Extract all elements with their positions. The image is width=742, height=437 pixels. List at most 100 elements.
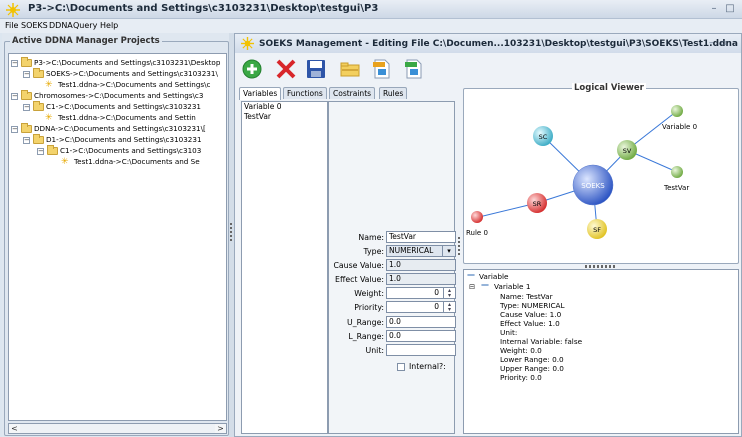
- tab-functions[interactable]: Functions: [283, 87, 327, 99]
- folder-icon: [21, 57, 32, 67]
- menu-soeks[interactable]: SOEKS: [21, 21, 48, 30]
- folder-icon: [21, 123, 32, 133]
- ddna-file-icon: ✳: [45, 112, 53, 123]
- svg-text:SC: SC: [539, 133, 548, 141]
- import-file-icon[interactable]: [371, 58, 393, 80]
- internal-checkbox[interactable]: [397, 363, 405, 371]
- menu-file[interactable]: File: [5, 21, 18, 30]
- minimize-button[interactable]: –: [708, 3, 720, 15]
- tree-node-test1-ddna[interactable]: ✳ Test1.ddna->C:\Documents and Se: [61, 156, 200, 167]
- tree-node-p3[interactable]: − P3->C:\Documents and Settings\c3103231\…: [11, 57, 220, 68]
- delete-icon[interactable]: [275, 58, 297, 80]
- tree-horizontal-scrollbar[interactable]: < >: [8, 423, 227, 434]
- logical-graph[interactable]: SOEKS SC SV SR SF Variable 0 TestVar Rul…: [464, 89, 738, 263]
- node-sr[interactable]: SR: [527, 193, 547, 213]
- collapse-toggle-icon[interactable]: −: [11, 125, 18, 133]
- tab-rules[interactable]: Rules: [379, 87, 408, 99]
- tree-node-soeks[interactable]: − SOEKS->C:\Documents and Settings\c31032…: [23, 68, 218, 79]
- app-logo-icon: [241, 37, 254, 50]
- tree-node-test1-chromosome[interactable]: ✳ Test1.ddna->C:\Documents and Settin: [45, 112, 196, 123]
- editor-vertical-splitter[interactable]: [457, 87, 462, 437]
- folder-icon: [21, 90, 32, 100]
- tree-node-chromosomes[interactable]: − Chromosomes->C:\Documents and Settings\…: [11, 90, 203, 101]
- save-icon[interactable]: [305, 58, 327, 80]
- ddna-file-icon: ✳: [61, 156, 69, 167]
- property-type: Type: NUMERICAL: [500, 301, 565, 310]
- add-icon[interactable]: [241, 58, 263, 80]
- node-sf[interactable]: SF: [587, 219, 607, 239]
- priority-stepper[interactable]: 0 ▴ ▾: [386, 301, 456, 313]
- property-priority: Priority: 0.0: [500, 373, 542, 382]
- cause-value-label: Cause Value:: [333, 261, 384, 270]
- collapse-toggle-icon[interactable]: ⊟: [469, 282, 475, 291]
- priority-label: Priority:: [354, 303, 384, 312]
- ddna-file-icon: ✳: [45, 79, 53, 90]
- chevron-down-icon[interactable]: ▾: [442, 246, 455, 256]
- folder-icon: [33, 101, 44, 111]
- collapse-toggle-icon[interactable]: −: [37, 147, 44, 155]
- project-tree[interactable]: − P3->C:\Documents and Settings\c3103231\…: [8, 53, 227, 421]
- viewer-splitter-grip-icon[interactable]: [585, 265, 615, 268]
- weight-stepper[interactable]: 0 ▴ ▾: [386, 287, 456, 299]
- internal-label: Internal?:: [409, 362, 446, 371]
- collapse-toggle-icon[interactable]: −: [11, 59, 18, 67]
- menu-ddna[interactable]: DDNA: [49, 21, 73, 30]
- collapse-toggle-icon[interactable]: −: [23, 136, 30, 144]
- variable-editor-form: Name: TestVar Type: NUMERICAL ▾ Cause Va…: [328, 101, 456, 434]
- property-internal-variable: Internal Variable: false: [500, 337, 583, 346]
- property-tree[interactable]: — Variable ⊟ — Variable 1 Name: TestVar …: [463, 269, 739, 434]
- tree-node-ddna[interactable]: − DDNA->C:\Documents and Settings\c310323…: [11, 123, 206, 134]
- tree-node-c1[interactable]: − C1->C:\Documents and Settings\c3103231: [23, 101, 201, 112]
- editor-restore-button[interactable]: ▫: [721, 38, 726, 47]
- spinner-arrows-icon[interactable]: ▴ ▾: [443, 288, 455, 299]
- collapse-toggle-icon[interactable]: −: [23, 103, 30, 111]
- u-range-field[interactable]: 0.0: [386, 316, 456, 328]
- projects-panel-title: Active DDNA Manager Projects: [10, 36, 162, 46]
- unit-label: Unit:: [365, 346, 385, 355]
- svg-text:TestVar: TestVar: [663, 184, 689, 192]
- svg-text:Rule 0: Rule 0: [466, 229, 488, 237]
- property-unit: Unit:: [500, 328, 518, 337]
- menu-bar: File SOEKS DDNA Query Help: [0, 19, 742, 33]
- effect-value-field: 1.0: [386, 273, 456, 285]
- type-select[interactable]: NUMERICAL ▾: [386, 245, 456, 257]
- menu-help[interactable]: Help: [100, 21, 118, 30]
- collapse-toggle-icon[interactable]: −: [23, 70, 30, 78]
- tree-branch-icon: —: [467, 270, 475, 279]
- scroll-left-arrow-icon[interactable]: <: [9, 424, 20, 433]
- list-item[interactable]: TestVar: [242, 112, 327, 122]
- node-sc[interactable]: SC: [533, 126, 553, 146]
- name-field[interactable]: TestVar: [386, 231, 456, 243]
- tab-variables[interactable]: Variables: [239, 87, 282, 100]
- xml-file-icon[interactable]: [403, 58, 425, 80]
- splitter-grip-icon[interactable]: [458, 237, 460, 257]
- node-testvar[interactable]: TestVar: [663, 166, 689, 192]
- tab-costraints[interactable]: Costraints: [329, 87, 376, 99]
- menu-query[interactable]: Query: [73, 21, 97, 30]
- spinner-arrows-icon[interactable]: ▴ ▾: [443, 302, 455, 313]
- unit-field[interactable]: [386, 344, 456, 356]
- maximize-button[interactable]: □: [724, 3, 736, 15]
- u-range-label: U_Range:: [347, 318, 384, 327]
- open-folder-icon[interactable]: [339, 58, 361, 80]
- splitter-grip-icon[interactable]: [230, 223, 232, 243]
- collapse-toggle-icon[interactable]: −: [11, 92, 18, 100]
- node-rule-0[interactable]: Rule 0: [466, 211, 488, 237]
- tree-node-test1-soeks[interactable]: ✳ Test1.ddna->C:\Documents and Settings\c: [45, 79, 211, 90]
- svg-text:Variable 0: Variable 0: [662, 123, 697, 131]
- tree-child-label[interactable]: Variable 1: [494, 282, 531, 291]
- tree-node-c1-ddna[interactable]: − C1->C:\Documents and Settings\c3103: [37, 145, 201, 156]
- editor-minimize-button[interactable]: –: [709, 38, 714, 48]
- node-sv[interactable]: SV: [617, 140, 637, 160]
- app-logo-icon: [6, 3, 20, 17]
- scroll-right-arrow-icon[interactable]: >: [215, 424, 226, 433]
- tree-branch-icon: —: [481, 280, 489, 289]
- property-weight: Weight: 0.0: [500, 346, 542, 355]
- l-range-field[interactable]: 0.0: [386, 330, 456, 342]
- variables-list[interactable]: Variable 0 TestVar: [241, 101, 328, 434]
- tree-node-d1[interactable]: − D1->C:\Documents and Settings\c3103231: [23, 134, 202, 145]
- svg-text:SR: SR: [533, 200, 542, 208]
- weight-label: Weight:: [354, 289, 384, 298]
- list-item[interactable]: Variable 0: [242, 102, 327, 112]
- node-soeks[interactable]: SOEKS: [572, 164, 614, 206]
